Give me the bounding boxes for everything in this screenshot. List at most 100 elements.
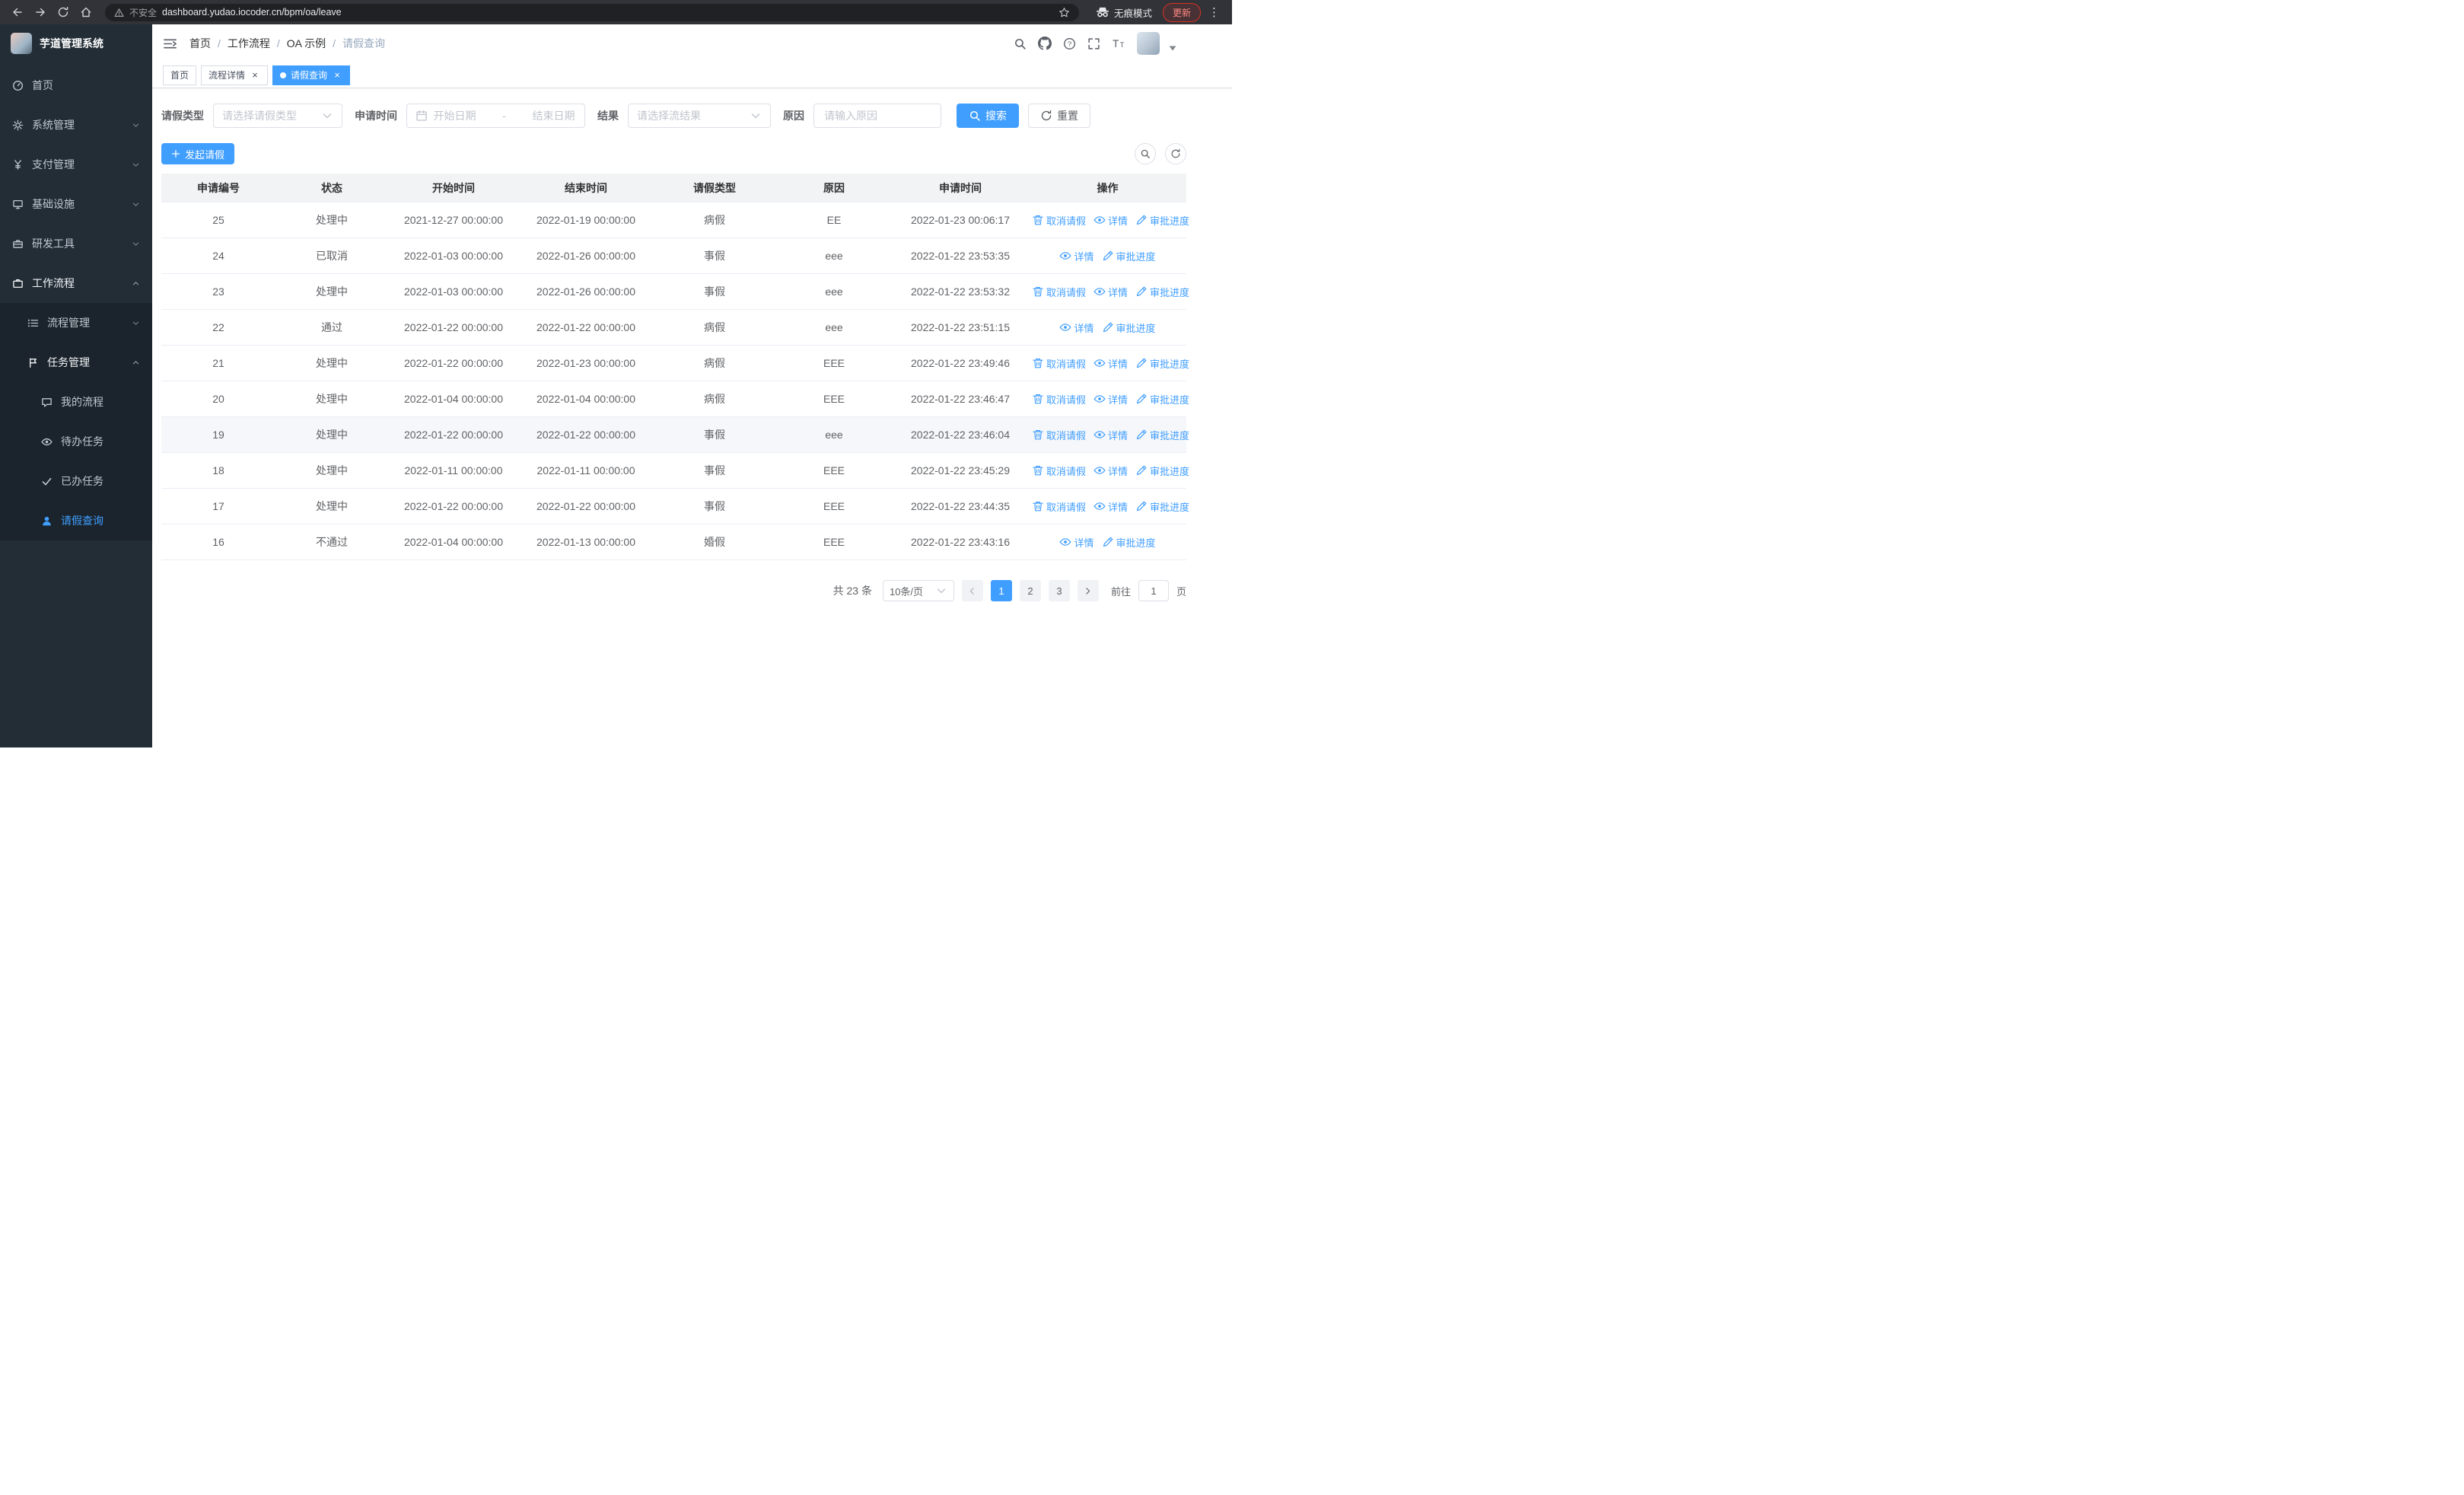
action-view-link[interactable]: 详情 <box>1094 499 1128 514</box>
url-text[interactable]: dashboard.yudao.iocoder.cn/bpm/oa/leave <box>162 7 342 18</box>
toggle-search-button[interactable] <box>1135 143 1156 164</box>
update-button[interactable]: 更新 <box>1162 2 1201 22</box>
table-row: 23 处理中 2022-01-03 00:00:00 2022-01-26 00:00… <box>161 274 1189 310</box>
action-view-link[interactable]: 详情 <box>1059 320 1094 335</box>
cell-apply-time: 2022-01-22 23:53:35 <box>911 250 1010 262</box>
sidebar-item[interactable]: 已办任务 <box>0 461 152 501</box>
action-delete-link[interactable]: 取消请假 <box>1032 213 1086 228</box>
cell-reason: EEE <box>823 536 845 548</box>
table-row: 25 处理中 2021-12-27 00:00:00 2022-01-19 00:00… <box>161 202 1189 238</box>
tab-close-icon[interactable]: × <box>332 70 342 81</box>
address-bar[interactable]: 不安全 dashboard.yudao.iocoder.cn/bpm/oa/le… <box>105 3 1079 21</box>
sidebar-item[interactable]: 研发工具 <box>0 224 152 263</box>
browser-menu-icon[interactable]: ⋮ <box>1204 5 1224 19</box>
sidebar-item[interactable]: 基础设施 <box>0 184 152 224</box>
calendar-icon <box>415 110 428 122</box>
caret-down-icon[interactable] <box>1167 42 1179 54</box>
action-delete-link[interactable]: 取消请假 <box>1032 428 1086 442</box>
delete-icon <box>1032 214 1044 226</box>
action-view-link[interactable]: 详情 <box>1059 535 1094 550</box>
action-edit-link[interactable]: 审批进度 <box>1135 356 1189 371</box>
action-edit-link[interactable]: 审批进度 <box>1102 535 1156 550</box>
leave-type-select[interactable]: 请选择请假类型 <box>213 104 342 128</box>
breadcrumb-item[interactable]: OA 示例 <box>287 36 326 51</box>
create-leave-button[interactable]: 发起请假 <box>161 143 235 164</box>
action-edit-link[interactable]: 审批进度 <box>1135 392 1189 406</box>
action-view-link[interactable]: 详情 <box>1094 213 1128 228</box>
browser-forward-button[interactable] <box>30 2 50 22</box>
font-size-icon[interactable]: TT <box>1112 37 1125 50</box>
header-search-icon[interactable] <box>1014 37 1027 50</box>
reason-input[interactable] <box>823 109 932 123</box>
tab-label: 请假查询 <box>291 70 328 81</box>
action-delete-link[interactable]: 取消请假 <box>1032 285 1086 299</box>
prev-page-button[interactable] <box>961 580 983 601</box>
sidebar-item[interactable]: 任务管理 <box>0 343 152 382</box>
result-select[interactable]: 请选择流结果 <box>628 104 771 128</box>
action-edit-link[interactable]: 审批进度 <box>1135 285 1189 299</box>
help-icon[interactable]: ? <box>1063 37 1076 50</box>
page-button-3[interactable]: 3 <box>1048 580 1070 601</box>
page-size-select[interactable]: 10条/页 <box>882 580 954 601</box>
action-delete-link[interactable]: 取消请假 <box>1032 499 1086 514</box>
app-logo[interactable]: 芋道管理系统 <box>0 24 152 62</box>
sidebar-item[interactable]: 流程管理 <box>0 303 152 343</box>
action-edit-link[interactable]: 审批进度 <box>1102 249 1156 263</box>
sidebar-item[interactable]: 首页 <box>0 65 152 105</box>
cell-start-time: 2022-01-04 00:00:00 <box>404 536 503 548</box>
edit-icon <box>1135 464 1148 477</box>
chevron-down-icon <box>750 110 762 122</box>
action-view-link[interactable]: 详情 <box>1094 428 1128 442</box>
user-avatar[interactable] <box>1137 32 1160 55</box>
action-delete-link[interactable]: 取消请假 <box>1032 356 1086 371</box>
page-button-2[interactable]: 2 <box>1019 580 1041 601</box>
action-view-link[interactable]: 详情 <box>1094 356 1128 371</box>
row-actions: 详情 审批进度 <box>1029 535 1186 550</box>
search-button[interactable]: 搜索 <box>957 104 1019 128</box>
reload-icon <box>57 6 69 18</box>
bookmark-star-icon[interactable] <box>1059 7 1070 18</box>
action-delete-link[interactable]: 取消请假 <box>1032 464 1086 478</box>
edit-icon <box>1135 285 1148 298</box>
tab[interactable]: 请假查询 × <box>272 65 351 85</box>
action-view-link[interactable]: 详情 <box>1094 464 1128 478</box>
action-edit-link[interactable]: 审批进度 <box>1135 464 1189 478</box>
sidebar-item[interactable]: 工作流程 <box>0 263 152 303</box>
sidebar-item[interactable]: 系统管理 <box>0 105 152 145</box>
action-view-link[interactable]: 详情 <box>1059 249 1094 263</box>
goto-page-input[interactable] <box>1138 580 1169 601</box>
sidebar-item[interactable]: 请假查询 <box>0 501 152 540</box>
cell-reason: EE <box>826 214 842 226</box>
reset-button[interactable]: 重置 <box>1028 104 1090 128</box>
tab[interactable]: 流程详情 × <box>201 65 269 85</box>
cell-start-time: 2022-01-03 00:00:00 <box>404 250 503 262</box>
browser-back-button[interactable] <box>8 2 27 22</box>
next-page-button[interactable] <box>1077 580 1099 601</box>
sidebar-toggle-icon[interactable] <box>163 37 177 51</box>
action-edit-link[interactable]: 审批进度 <box>1102 320 1156 335</box>
sidebar-item[interactable]: 支付管理 <box>0 145 152 184</box>
sidebar-item[interactable]: 待办任务 <box>0 422 152 461</box>
refresh-table-button[interactable] <box>1165 143 1186 164</box>
action-edit-link[interactable]: 审批进度 <box>1135 213 1189 228</box>
chevron-up-icon <box>132 279 140 288</box>
security-label[interactable]: 不安全 <box>129 6 157 19</box>
action-edit-link[interactable]: 审批进度 <box>1135 499 1189 514</box>
sidebar-item-label: 请假查询 <box>61 515 103 527</box>
sidebar-item[interactable]: 我的流程 <box>0 382 152 422</box>
tab-close-icon[interactable]: × <box>250 70 260 81</box>
action-edit-link[interactable]: 审批进度 <box>1135 428 1189 442</box>
action-delete-link[interactable]: 取消请假 <box>1032 392 1086 406</box>
apply-time-range-picker[interactable]: 开始日期 - 结束日期 <box>406 104 585 128</box>
action-view-link[interactable]: 详情 <box>1094 285 1128 299</box>
fullscreen-icon[interactable] <box>1087 37 1100 50</box>
browser-reload-button[interactable] <box>53 2 73 22</box>
github-icon[interactable] <box>1038 37 1052 50</box>
breadcrumb-item[interactable]: 首页 <box>189 36 211 51</box>
browser-home-button[interactable] <box>76 2 96 22</box>
action-view-link[interactable]: 详情 <box>1094 392 1128 406</box>
action-label: 审批进度 <box>1150 286 1190 298</box>
tab[interactable]: 首页 <box>163 65 197 85</box>
page-button-1[interactable]: 1 <box>990 580 1012 601</box>
breadcrumb-item[interactable]: 工作流程 <box>228 36 270 51</box>
